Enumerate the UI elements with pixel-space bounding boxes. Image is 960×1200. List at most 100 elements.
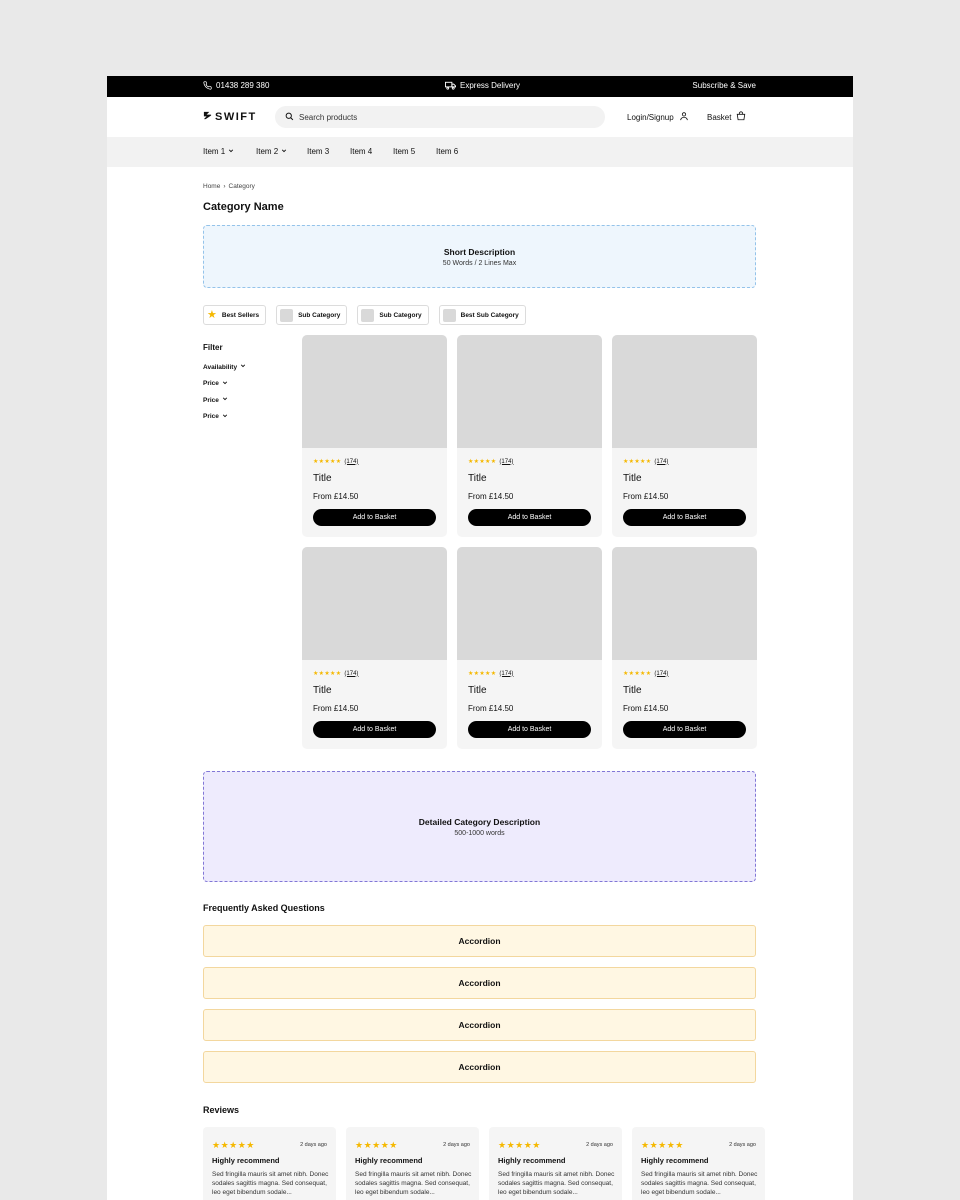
- review-count-link[interactable]: (174): [499, 671, 513, 677]
- faq-accordions: Accordion Accordion Accordion Accordion: [203, 925, 756, 1093]
- chevron-down-icon: [228, 147, 234, 156]
- chip-best-sellers[interactable]: ★ Best Sellers: [203, 305, 267, 325]
- review-card[interactable]: ★★★★★ 2 days ago Highly recommend Sed fr…: [489, 1127, 622, 1200]
- review-count-link[interactable]: (174): [344, 671, 358, 677]
- chip-label: Best Sellers: [221, 311, 260, 319]
- chip-label: Best Sub Category: [460, 311, 519, 319]
- search-icon: [285, 112, 294, 123]
- filter-price[interactable]: Price: [203, 409, 246, 426]
- product-image[interactable]: [302, 547, 447, 660]
- product-card[interactable]: ★★★★★ (174) Title From £14.50 Add to Bas…: [612, 335, 757, 537]
- add-to-basket-button[interactable]: Add to Basket: [313, 721, 436, 738]
- nav-item-6[interactable]: Item 6: [436, 147, 458, 156]
- product-card[interactable]: ★★★★★ (174) Title From £14.50 Add to Bas…: [457, 335, 602, 537]
- product-title[interactable]: Title: [313, 685, 332, 696]
- basket-button[interactable]: Basket: [707, 111, 746, 123]
- filter-availability[interactable]: Availability: [203, 359, 246, 376]
- review-stars: ★★★★★: [212, 1140, 255, 1150]
- phone-number: 01438 289 380: [216, 81, 270, 90]
- product-price: From £14.50: [468, 492, 514, 501]
- product-image[interactable]: [302, 335, 447, 448]
- phone-icon: [203, 81, 212, 90]
- review-card[interactable]: ★★★★★ 2 days ago Highly recommend Sed fr…: [632, 1127, 765, 1200]
- add-to-basket-button[interactable]: Add to Basket: [468, 721, 591, 738]
- user-icon: [679, 111, 689, 123]
- faq-accordion[interactable]: Accordion: [203, 1009, 756, 1041]
- product-card[interactable]: ★★★★★ (174) Title From £14.50 Add to Bas…: [302, 547, 447, 749]
- filter-price[interactable]: Price: [203, 392, 246, 409]
- add-to-basket-button[interactable]: Add to Basket: [623, 509, 746, 526]
- truck-icon: [445, 81, 456, 90]
- review-stars: ★★★★★: [641, 1140, 684, 1150]
- search-bar[interactable]: [275, 106, 605, 128]
- product-card[interactable]: ★★★★★ (174) Title From £14.50 Add to Bas…: [302, 335, 447, 537]
- nav-item-1[interactable]: Item 1: [203, 147, 234, 156]
- product-image[interactable]: [612, 547, 757, 660]
- product-rating: ★★★★★ (174): [313, 458, 358, 466]
- add-to-basket-button[interactable]: Add to Basket: [313, 509, 436, 526]
- phone-link[interactable]: 01438 289 380: [203, 81, 269, 90]
- breadcrumb-current[interactable]: Category: [229, 183, 255, 190]
- add-to-basket-button[interactable]: Add to Basket: [468, 509, 591, 526]
- product-card[interactable]: ★★★★★ (174) Title From £14.50 Add to Bas…: [457, 547, 602, 749]
- review-card[interactable]: ★★★★★ 2 days ago Highly recommend Sed fr…: [346, 1127, 479, 1200]
- review-card[interactable]: ★★★★★ 2 days ago Highly recommend Sed fr…: [203, 1127, 336, 1200]
- login-label: Login/Signup: [627, 112, 674, 122]
- product-rating: ★★★★★ (174): [623, 670, 668, 678]
- short-description-sub: 50 Words / 2 Lines Max: [442, 259, 517, 267]
- chevron-down-icon: [222, 380, 228, 388]
- nav-item-label: Item 2: [256, 147, 279, 156]
- rating-stars: ★★★★★: [623, 671, 652, 677]
- review-count-link[interactable]: (174): [654, 459, 668, 465]
- product-title[interactable]: Title: [468, 473, 487, 484]
- filter-price[interactable]: Price: [203, 376, 246, 393]
- page: 01438 289 380 Express Delivery Subscribe…: [107, 76, 853, 1200]
- breadcrumb-home[interactable]: Home: [203, 183, 220, 190]
- filter-label: Availability: [203, 363, 238, 371]
- filter-label: Price: [203, 380, 219, 388]
- product-title[interactable]: Title: [623, 685, 642, 696]
- product-title[interactable]: Title: [313, 473, 332, 484]
- product-image[interactable]: [612, 335, 757, 448]
- detailed-description-sub: 500-1000 words: [454, 829, 505, 837]
- login-button[interactable]: Login/Signup: [627, 111, 689, 123]
- search-input[interactable]: [299, 112, 579, 122]
- chip-label: Sub Category: [298, 311, 341, 319]
- chip-sub-category[interactable]: Sub Category: [276, 305, 348, 325]
- breadcrumb: Home › Category: [203, 183, 255, 190]
- subscribe-link[interactable]: Subscribe & Save: [692, 81, 756, 90]
- chip-thumbnail: [361, 308, 375, 322]
- filter-label: Price: [203, 396, 219, 404]
- review-date: 2 days ago: [729, 1142, 756, 1148]
- product-price: From £14.50: [313, 492, 359, 501]
- review-heading: Highly recommend: [355, 1156, 423, 1165]
- chip-best-sub-category[interactable]: Best Sub Category: [438, 305, 526, 325]
- product-rating: ★★★★★ (174): [623, 458, 668, 466]
- chevron-down-icon: [281, 147, 287, 156]
- product-image[interactable]: [457, 335, 602, 448]
- reviews-row: ★★★★★ 2 days ago Highly recommend Sed fr…: [203, 1127, 765, 1200]
- product-rating: ★★★★★ (174): [313, 670, 358, 678]
- product-title[interactable]: Title: [468, 685, 487, 696]
- logo[interactable]: SWIFT: [203, 111, 257, 123]
- review-count-link[interactable]: (174): [344, 459, 358, 465]
- product-title[interactable]: Title: [623, 473, 642, 484]
- chip-sub-category[interactable]: Sub Category: [357, 305, 429, 325]
- review-count-link[interactable]: (174): [654, 671, 668, 677]
- nav-item-5[interactable]: Item 5: [393, 147, 415, 156]
- rating-stars: ★★★★★: [468, 671, 497, 677]
- product-card[interactable]: ★★★★★ (174) Title From £14.50 Add to Bas…: [612, 547, 757, 749]
- product-price: From £14.50: [468, 704, 514, 713]
- faq-accordion[interactable]: Accordion: [203, 967, 756, 999]
- nav-item-4[interactable]: Item 4: [350, 147, 372, 156]
- product-image[interactable]: [457, 547, 602, 660]
- faq-accordion[interactable]: Accordion: [203, 925, 756, 957]
- nav-item-3[interactable]: Item 3: [307, 147, 329, 156]
- review-count-link[interactable]: (174): [499, 459, 513, 465]
- nav-item-2[interactable]: Item 2: [256, 147, 287, 156]
- express-delivery: Express Delivery: [445, 81, 520, 90]
- nav-item-label: Item 5: [393, 147, 416, 156]
- delivery-label: Express Delivery: [460, 81, 521, 90]
- add-to-basket-button[interactable]: Add to Basket: [623, 721, 746, 738]
- faq-accordion[interactable]: Accordion: [203, 1051, 756, 1083]
